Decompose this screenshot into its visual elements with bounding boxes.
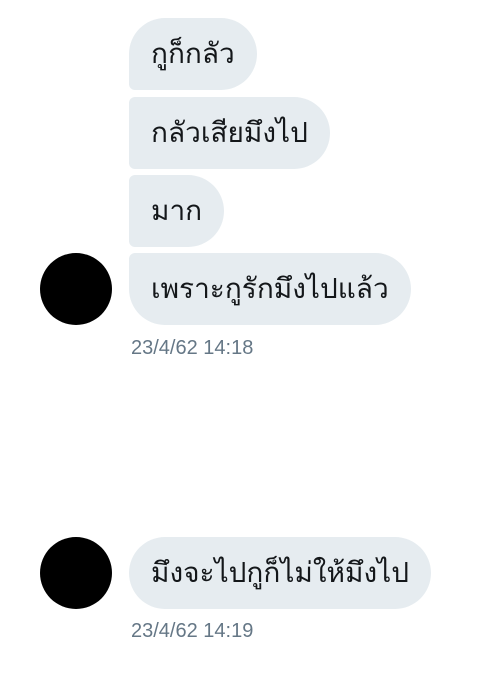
message-bubble[interactable]: มึงจะไปกูก็ไม่ให้มึงไป	[129, 537, 431, 609]
message-text: กลัวเสียมึงไป	[151, 116, 308, 149]
avatar[interactable]	[40, 253, 112, 325]
message-timestamp: 23/4/62 14:18	[131, 337, 254, 359]
avatar[interactable]	[40, 537, 112, 609]
message-text: กูก็กลัว	[151, 37, 235, 70]
message-bubble[interactable]: กลัวเสียมึงไป	[129, 97, 330, 169]
message-bubble[interactable]: กูก็กลัว	[129, 18, 257, 90]
message-text: มึงจะไปกูก็ไม่ให้มึงไป	[151, 556, 409, 589]
message-timestamp: 23/4/62 14:19	[131, 620, 254, 642]
message-bubble[interactable]: มาก	[129, 175, 225, 247]
message-text: เพราะกูรักมึงไปแล้ว	[151, 272, 389, 305]
message-text: มาก	[151, 194, 203, 227]
message-bubble[interactable]: เพราะกูรักมึงไปแล้ว	[129, 253, 411, 325]
